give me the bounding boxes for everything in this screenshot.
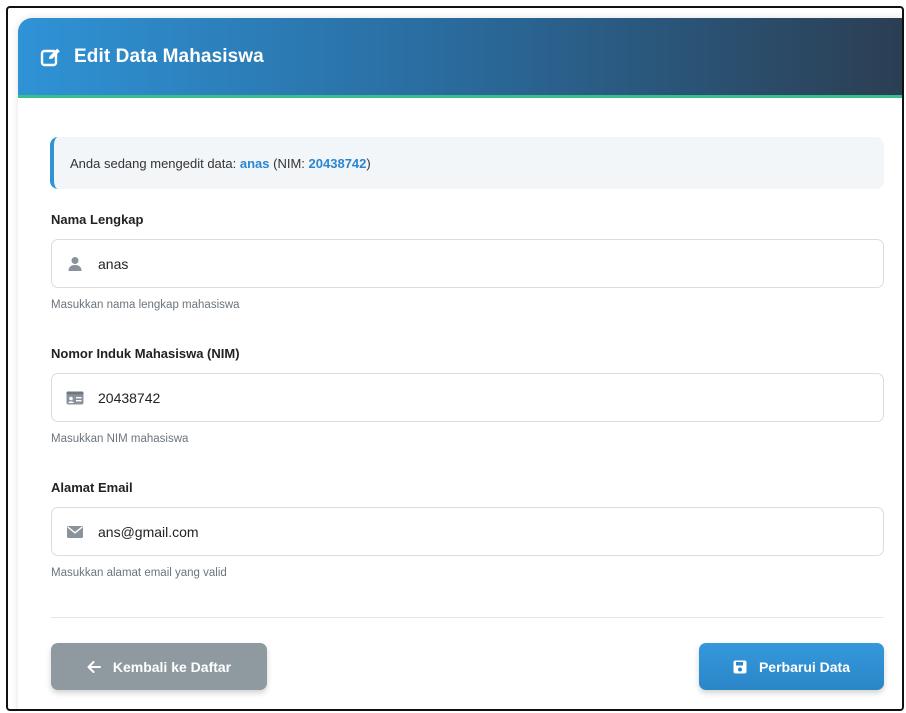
save-icon bbox=[733, 660, 747, 674]
back-button-label: Kembali ke Daftar bbox=[112, 658, 232, 675]
page-title: Edit Data Mahasiswa bbox=[74, 45, 264, 67]
save-button-label: Perbarui Data bbox=[758, 658, 851, 675]
nama-label: Nama Lengkap bbox=[51, 212, 144, 227]
info-name: anas bbox=[239, 155, 270, 171]
edit-icon bbox=[40, 46, 62, 68]
email-input-group bbox=[51, 507, 884, 556]
edit-info-alert: Anda sedang mengedit data: anas (NIM: 20… bbox=[50, 137, 884, 189]
email-label: Alamat Email bbox=[51, 480, 133, 495]
id-card-icon bbox=[66, 389, 84, 407]
info-nim: 20438742 bbox=[308, 155, 367, 171]
info-nim-close: ) bbox=[366, 155, 371, 171]
email-help: Masukkan alamat email yang valid bbox=[51, 567, 227, 579]
nim-help: Masukkan NIM mahasiswa bbox=[51, 433, 189, 445]
window-frame: Edit Data Mahasiswa Anda sedang mengedit… bbox=[6, 6, 904, 711]
form-divider bbox=[51, 617, 884, 618]
arrow-left-icon bbox=[87, 660, 101, 673]
nama-input-group bbox=[51, 239, 884, 288]
card-header: Edit Data Mahasiswa bbox=[18, 18, 902, 98]
nim-input[interactable] bbox=[98, 389, 858, 406]
nama-input[interactable] bbox=[98, 255, 858, 272]
nim-input-group bbox=[51, 373, 884, 422]
nim-label: Nomor Induk Mahasiswa (NIM) bbox=[51, 346, 240, 361]
email-input[interactable] bbox=[98, 523, 858, 540]
user-icon bbox=[66, 255, 84, 273]
nama-help: Masukkan nama lengkap mahasiswa bbox=[51, 299, 240, 311]
info-nim-open: (NIM: bbox=[273, 155, 305, 171]
envelope-icon bbox=[66, 523, 84, 541]
update-data-button[interactable]: Perbarui Data bbox=[699, 643, 884, 690]
back-to-list-button[interactable]: Kembali ke Daftar bbox=[51, 643, 267, 690]
edit-card: Edit Data Mahasiswa Anda sedang mengedit… bbox=[18, 18, 902, 709]
info-prefix: Anda sedang mengedit data: bbox=[70, 155, 237, 171]
